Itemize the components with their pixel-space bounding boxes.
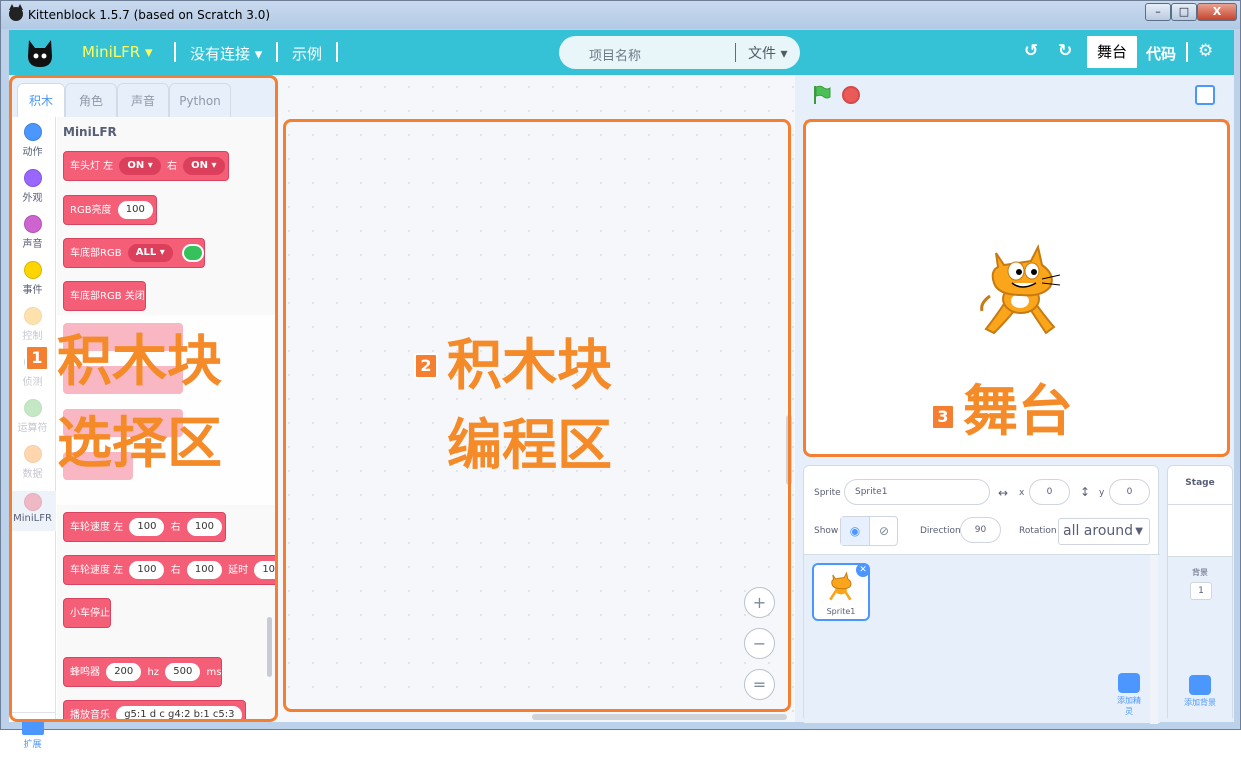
settings-gear-icon[interactable]: ⚙ (1198, 41, 1213, 61)
y-arrows-icon: ↕ (1080, 485, 1091, 499)
x-label: x (1019, 488, 1025, 498)
annotation-number-3: 3 (931, 404, 955, 430)
show-eye-icon[interactable]: ◉ (841, 517, 870, 545)
app-window: Kittenblock 1.5.7 (based on Scratch 3.0)… (0, 0, 1241, 750)
redo-icon[interactable]: ↻ (1058, 41, 1072, 61)
stage-title: Stage (1185, 478, 1215, 488)
menu-divider (174, 42, 176, 62)
fullscreen-icon[interactable] (1195, 85, 1215, 105)
app-logo-icon (9, 4, 23, 21)
sprite-list-scrollbar[interactable] (1150, 555, 1158, 724)
close-window-button[interactable]: X (1197, 3, 1237, 21)
delete-sprite-icon[interactable]: ✕ (856, 563, 870, 577)
annotation-code-line2: 编程区 (447, 413, 613, 477)
file-menu[interactable]: 文件 ▾ (748, 43, 787, 63)
hide-eye-icon[interactable]: ⊘ (870, 517, 898, 545)
direction-input[interactable]: 90 (960, 517, 1001, 543)
highlight-block-palette (9, 75, 278, 722)
sprite-label: Sprite (814, 488, 841, 498)
y-label: y (1099, 488, 1105, 498)
menu-divider (1186, 42, 1188, 62)
annotation-number-2: 2 (414, 353, 438, 379)
undo-icon[interactable]: ↺ (1024, 41, 1038, 61)
annotation-palette-line1: 积木块 (57, 329, 223, 393)
tab-code[interactable]: 代码 (1146, 43, 1176, 64)
add-backdrop-button[interactable]: 添加背景 (1176, 675, 1224, 708)
menu-bar: MiniLFR ▾ 没有连接 ▾ 示例 项目名称 文件 ▾ ↺ ↻ 舞台 代码 … (9, 30, 1234, 75)
window-title: Kittenblock 1.5.7 (based on Scratch 3.0) (28, 8, 271, 22)
board-menu[interactable]: MiniLFR ▾ (82, 43, 153, 61)
chevron-down-icon: ▼ (1135, 526, 1143, 537)
x-input[interactable]: 0 (1029, 479, 1070, 505)
sprite-thumb-cat-icon (829, 571, 852, 601)
stage-header (795, 75, 1234, 119)
sprite-list: Sprite1 ✕ 添加精灵 (804, 554, 1160, 724)
annotation-number-1: 1 (25, 345, 49, 371)
annotation-palette-line2: 选择区 (57, 411, 223, 475)
title-bar: Kittenblock 1.5.7 (based on Scratch 3.0)… (1, 1, 1240, 29)
project-divider (735, 43, 736, 62)
annotation-stage-label: 舞台 (963, 379, 1074, 443)
maximize-button[interactable]: □ (1171, 3, 1197, 21)
show-label: Show (814, 526, 839, 536)
kittenblock-logo-icon[interactable] (25, 36, 55, 68)
add-sprite-cat-icon (1118, 673, 1140, 693)
project-name-input[interactable]: 项目名称 (589, 45, 641, 64)
add-backdrop-image-icon (1189, 675, 1211, 695)
menu-divider (276, 42, 278, 62)
connection-menu[interactable]: 没有连接 ▾ (190, 43, 262, 64)
backdrop-area: 背景 1 添加背景 (1168, 556, 1232, 722)
examples-menu[interactable]: 示例 (292, 43, 322, 64)
y-input[interactable]: 0 (1109, 479, 1150, 505)
green-flag-icon[interactable] (813, 85, 831, 105)
sprite-thumb-name: Sprite1 (826, 607, 856, 616)
backdrops-label: 背景 (1192, 568, 1208, 577)
stop-icon[interactable] (842, 86, 860, 104)
sprite-thumbnail[interactable]: Sprite1 ✕ (812, 563, 870, 621)
sprite-info-panel: Sprite Sprite1 ↔ x 0 ↕ y 0 Show ◉ ⊘ Dire… (803, 465, 1160, 724)
backdrops-count: 1 (1190, 582, 1212, 600)
add-sprite-button[interactable]: 添加精灵 (1114, 673, 1144, 717)
direction-label: Direction (920, 526, 961, 536)
tab-stage[interactable]: 舞台 (1087, 36, 1137, 68)
divider (1168, 504, 1232, 505)
sprite-name-input[interactable]: Sprite1 (844, 479, 990, 505)
project-name-box[interactable]: 项目名称 文件 ▾ (559, 36, 800, 69)
stage-target-panel[interactable]: Stage 背景 1 添加背景 (1167, 465, 1233, 722)
menu-divider (336, 42, 338, 62)
rotation-label: Rotation (1019, 526, 1057, 536)
workspace-hscrollbar[interactable] (532, 714, 787, 720)
x-arrows-icon: ↔ (998, 486, 1009, 500)
minimize-button[interactable]: – (1145, 3, 1171, 21)
visibility-toggle: ◉ ⊘ (840, 516, 898, 546)
annotation-code-line1: 积木块 (447, 333, 613, 397)
rotation-select[interactable]: all around ▼ (1058, 518, 1150, 545)
